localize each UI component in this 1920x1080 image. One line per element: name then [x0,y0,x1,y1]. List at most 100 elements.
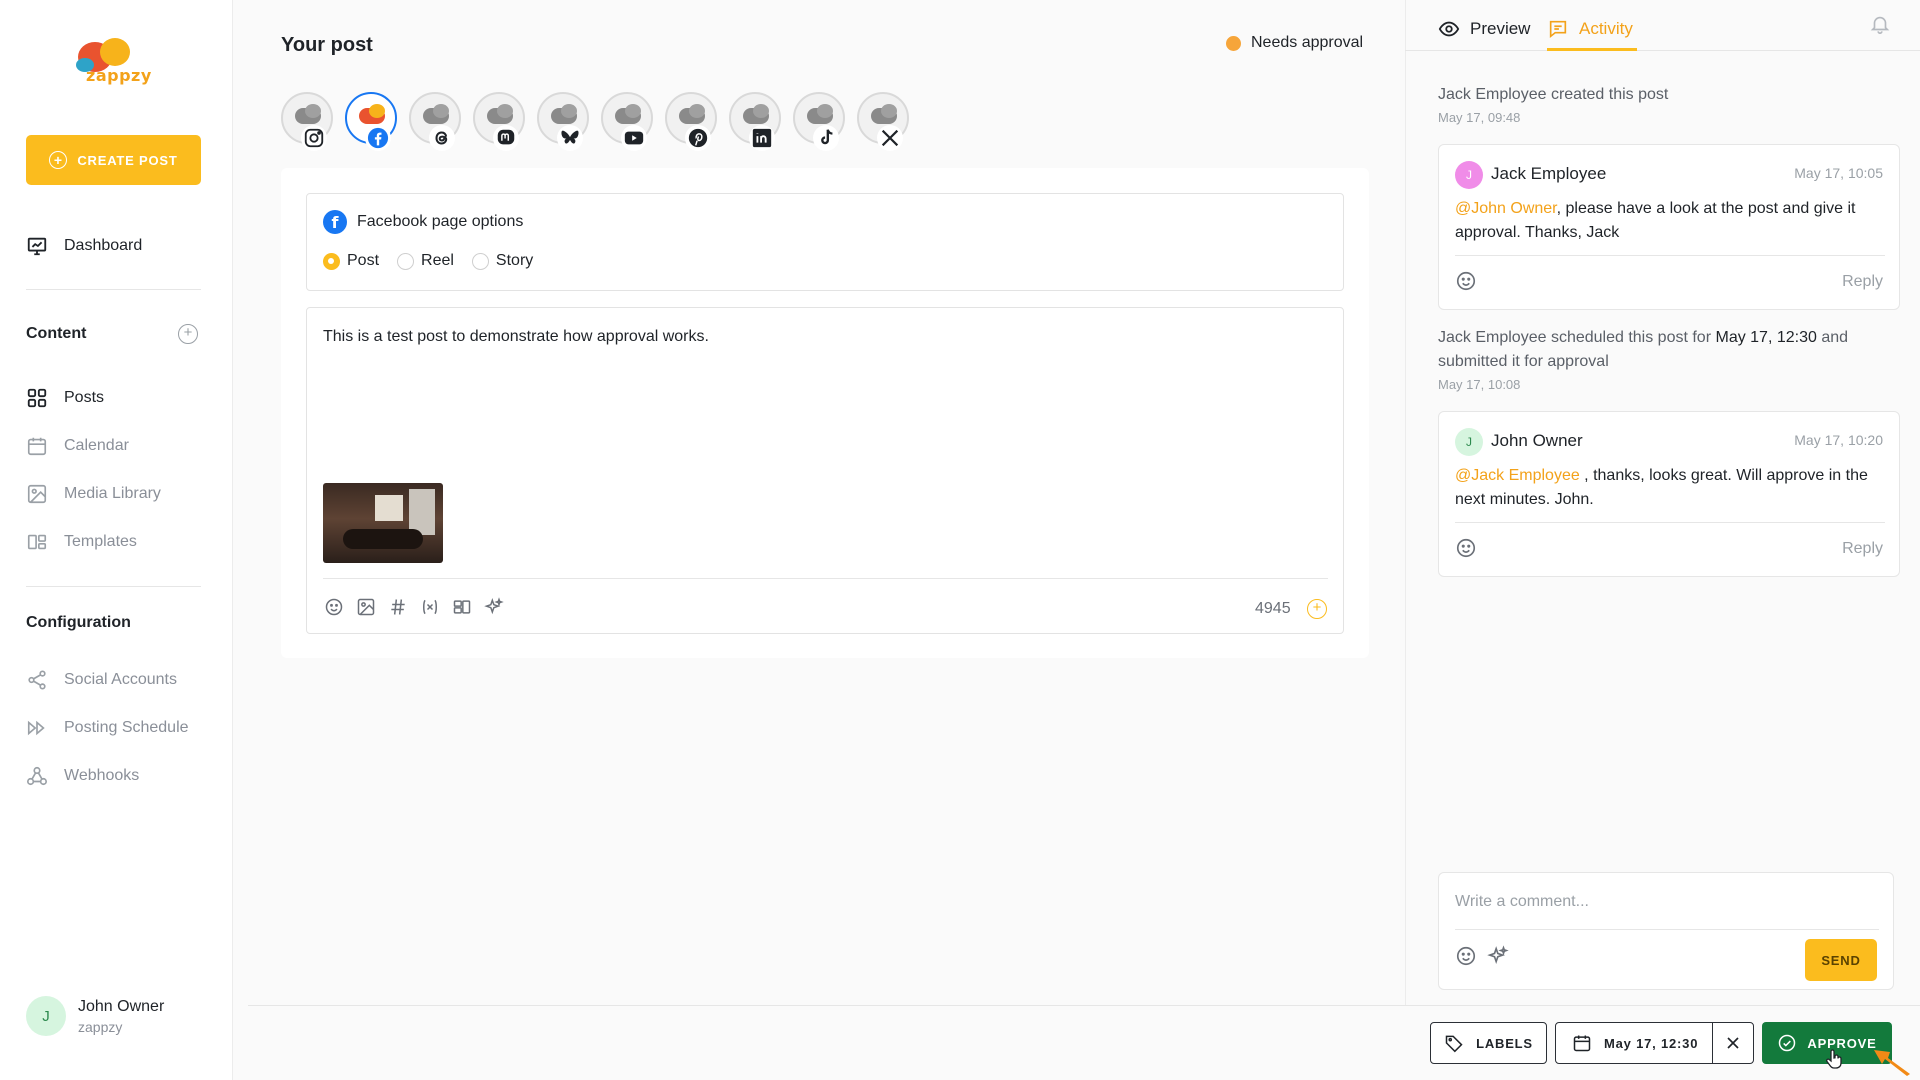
schedule-date-picker: May 17, 12:30 [1555,1022,1754,1064]
comment-body: @Jack Employee , thanks, looks great. Wi… [1455,464,1885,512]
editor-toolbar [323,596,505,618]
templates-icon[interactable] [451,596,473,618]
radio-indicator [397,252,415,270]
status-dot [1226,35,1241,51]
channel-selector [281,92,909,152]
emoji-icon[interactable] [1455,945,1477,967]
reply-button[interactable]: Reply [1842,540,1883,558]
add-content-icon[interactable]: + [178,324,198,344]
tab-label: Activity [1579,19,1633,38]
sidebar-item-posting-schedule[interactable]: Posting Schedule [26,716,189,740]
post-type-radio-group: Post Reel Story [323,252,533,270]
ai-sparkle-icon[interactable] [1487,945,1509,967]
sidebar-item-label: Posting Schedule [64,719,189,736]
facebook-options-title: Facebook page options [357,213,524,230]
avatar: J [1455,161,1483,189]
emoji-icon[interactable] [323,596,345,618]
comment-composer: SEND [1438,872,1894,990]
activity-timestamp: May 17, 09:48 [1438,110,1521,125]
channel-instagram[interactable] [281,92,333,152]
comment-timestamp: May 17, 10:05 [1794,165,1883,181]
bell-icon[interactable] [1869,13,1891,35]
channel-x[interactable] [857,92,909,152]
channel-tiktok[interactable] [793,92,845,152]
configuration-section-title: Configuration [26,614,131,631]
divider [1455,255,1885,256]
status-badge: Needs approval [1226,34,1363,52]
check-circle-icon [1779,1034,1796,1052]
reply-button[interactable]: Reply [1842,273,1883,291]
comment-author: John Owner [1491,431,1583,450]
zappzy-logo[interactable]: zappzy [76,36,151,88]
activity-text: Jack Employee scheduled this post for [1438,329,1716,346]
sidebar-item-social-accounts[interactable]: Social Accounts [26,668,177,692]
channel-pinterest[interactable] [665,92,717,152]
user-profile[interactable]: J John Owner zappzy [26,996,164,1036]
send-button[interactable]: SEND [1805,939,1877,981]
sidebar-item-calendar[interactable]: Calendar [26,434,129,458]
create-post-button[interactable]: + CREATE POST [26,135,201,185]
comment-timestamp: May 17, 10:20 [1794,432,1883,448]
divider [248,1005,1920,1006]
dashboard-icon [26,235,48,257]
sidebar-item-dashboard[interactable]: Dashboard [26,234,142,258]
attached-image-thumbnail[interactable] [323,483,443,563]
mention-link[interactable]: @John Owner [1455,200,1557,217]
facebook-options-panel: f Facebook page options Post Reel Story [306,193,1344,291]
variable-icon[interactable] [419,596,441,618]
post-text-editor[interactable]: This is a test post to demonstrate how a… [306,307,1344,634]
schedule-date-button[interactable]: May 17, 12:30 [1556,1023,1713,1063]
avatar: J [1455,428,1483,456]
tiktok-icon [813,125,839,151]
hashtag-icon[interactable] [387,596,409,618]
sidebar-item-webhooks[interactable]: Webhooks [26,764,139,788]
threads-icon [429,125,455,151]
activity-scheduled-date: May 17, 12:30 [1715,329,1817,346]
emoji-icon[interactable] [1455,537,1477,559]
sidebar-item-posts[interactable]: Posts [26,386,104,410]
templates-icon [26,531,48,553]
radio-post[interactable]: Post [323,252,379,270]
radio-label: Post [347,252,380,269]
mention-link[interactable]: @Jack Employee [1455,467,1580,484]
sidebar-item-templates[interactable]: Templates [26,530,137,554]
channel-bluesky[interactable] [537,92,589,152]
divider [1455,522,1885,523]
comment-icon [1549,20,1567,39]
ai-sparkle-icon[interactable] [483,596,505,618]
sidebar-item-media-library[interactable]: Media Library [26,482,161,506]
avatar: J [26,996,66,1036]
linkedin-icon [749,125,775,151]
highlight-arrow-icon [1874,1050,1910,1076]
image-icon[interactable] [355,596,377,618]
emoji-icon[interactable] [1455,270,1477,292]
divider [323,578,1328,579]
post-text[interactable]: This is a test post to demonstrate how a… [323,328,709,346]
labels-button[interactable]: LABELS [1430,1022,1547,1064]
add-variant-icon[interactable]: + [1307,599,1327,619]
tab-activity[interactable]: Activity [1547,16,1633,42]
tab-preview[interactable]: Preview [1438,16,1530,42]
sidebar-item-label: Templates [64,533,137,550]
divider [26,289,201,290]
sidebar-item-label: Calendar [64,437,129,454]
channel-linkedin[interactable] [729,92,781,152]
radio-story[interactable]: Story [471,252,534,270]
pinterest-icon [685,125,711,151]
channel-mastodon[interactable] [473,92,525,152]
channel-threads[interactable] [409,92,461,152]
clear-date-button[interactable] [1713,1023,1753,1063]
radio-reel[interactable]: Reel [397,252,454,270]
facebook-icon [365,125,391,151]
comment-author: Jack Employee [1491,164,1607,183]
bluesky-icon [557,125,583,151]
schedule-date-value: May 17, 12:30 [1604,1035,1699,1051]
sidebar: zappzy + CREATE POST Dashboard Content +… [0,0,233,1080]
radio-label: Story [495,252,534,269]
channel-youtube[interactable] [601,92,653,152]
activity-timestamp: May 17, 10:08 [1438,377,1521,392]
comment-input[interactable] [1455,887,1875,917]
sidebar-item-label: Media Library [64,485,161,502]
image-icon [26,483,48,505]
channel-facebook[interactable] [345,92,397,152]
